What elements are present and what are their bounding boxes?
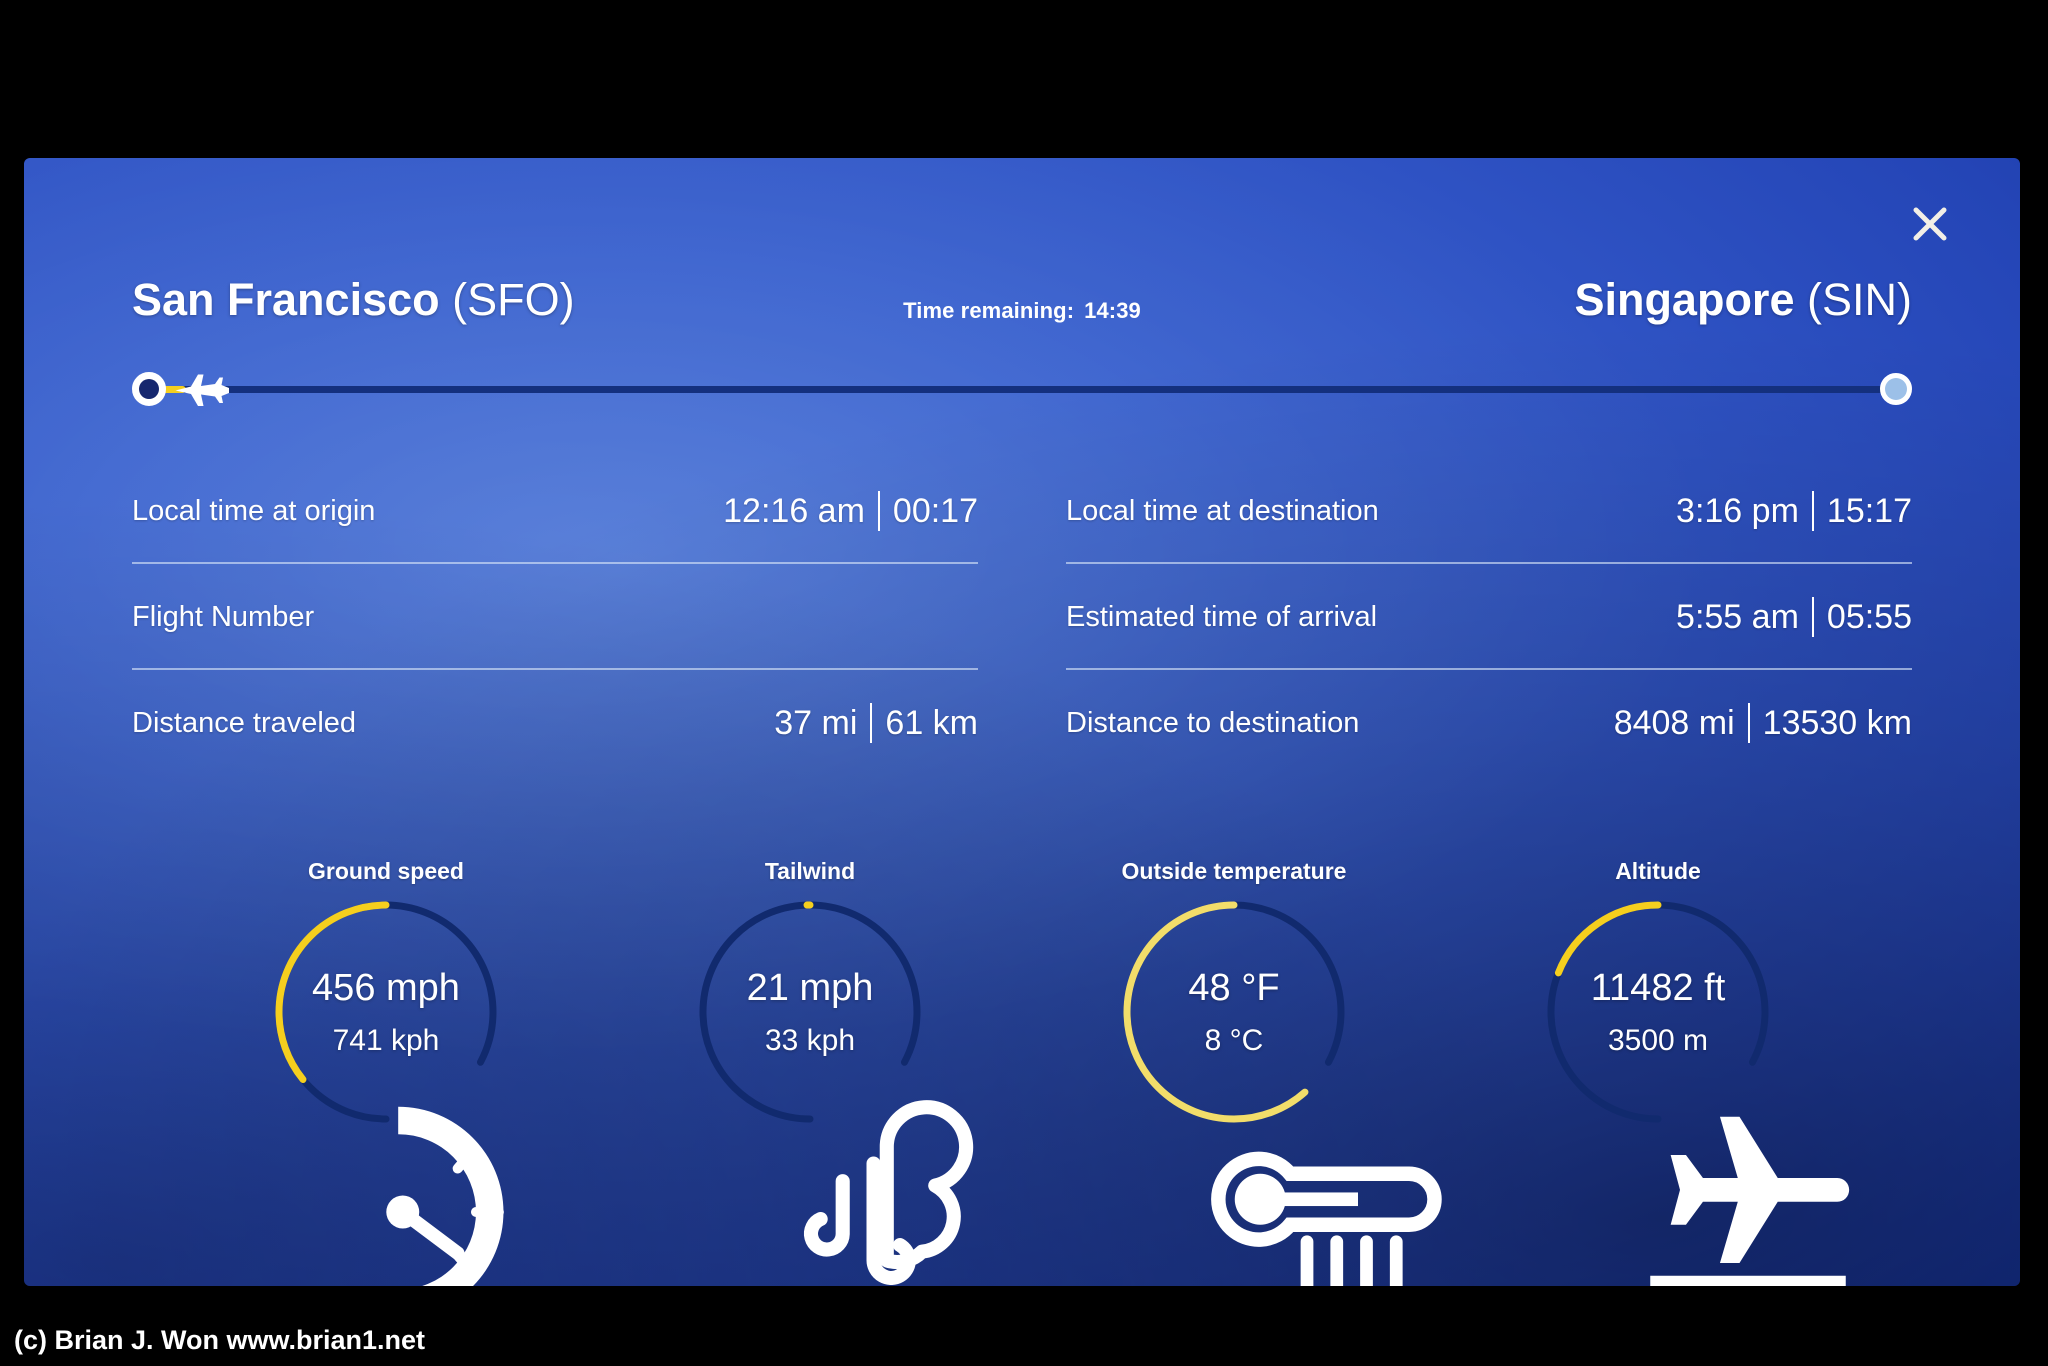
plane-position-marker [174,368,230,412]
thermometer-icon [1205,1093,1442,1286]
info-value-primary: 8408 mi [1613,703,1735,742]
info-row-eta: Estimated time of arrival 5:55 am 05:55 [1066,564,1912,670]
origin-city: San Francisco (SFO) [132,276,575,323]
gauge-primary-value: 11482 ft [1590,966,1726,1009]
gauge-title: Altitude [1615,858,1701,884]
info-value: 37 mi 61 km [774,703,978,743]
info-label: Local time at origin [132,494,376,527]
info-value-primary: 37 mi [774,703,858,742]
flight-progress-bar [132,372,1912,406]
time-remaining-label: Time remaining: [903,298,1075,323]
info-value-secondary: 00:17 [892,491,978,530]
origin-airport-code: (SFO) [452,274,575,325]
gauge-primary-value: 456 mph [312,966,460,1009]
gauge-altitude: Altitude 11482 ft 3500 m [1446,858,1870,1286]
destination-city: Singapore (SIN) [1574,276,1912,323]
gauge-dial: 456 mph 741 kph [267,893,505,1286]
destination-airport-code: (SIN) [1807,274,1912,325]
speedometer-icon-glyph [386,1106,504,1286]
value-separator [1747,703,1750,743]
gauge-secondary-value: 3500 m [1607,1023,1709,1057]
photo-watermark: (c) Brian J. Won www.brian1.net [14,1325,426,1355]
gauge-dial: 48 °F 8 °C [1115,893,1442,1286]
info-row-local-time-destination: Local time at destination 3:16 pm 15:17 [1066,458,1912,564]
telemetry-gauges: Ground speed 456 mph 741 kph Tailwind 21… [174,858,1870,1286]
info-value: 5:55 am 05:55 [1676,597,1912,637]
origin-city-name: San Francisco [132,274,440,325]
photo-frame: San Francisco (SFO) Time remaining: 14:39… [0,0,2048,1366]
value-separator [877,491,880,531]
time-remaining-value: 14:39 [1084,298,1141,323]
info-row-distance-to-destination: Distance to destination 8408 mi 13530 km [1066,670,1912,776]
info-value-primary: 3:16 pm [1676,491,1799,530]
info-value: 12:16 am 00:17 [723,491,978,531]
info-value-secondary: 13530 km [1762,703,1912,742]
destination-city-name: Singapore [1574,274,1795,325]
gauge-title: Outside temperature [1121,858,1347,884]
info-column-right: Local time at destination 3:16 pm 15:17 … [1066,458,1912,778]
info-row-flight-number: Flight Number [132,564,978,670]
info-value: 8408 mi 13530 km [1614,703,1912,743]
ife-flight-info-screen: San Francisco (SFO) Time remaining: 14:39… [24,158,2020,1286]
gauge-tailwind: Tailwind 21 mph 33 kph [598,858,1022,1285]
progress-track [132,386,1912,393]
altitude-plane-icon [1629,1093,1850,1286]
wind-icon-glyph [803,1100,974,1285]
gauge-secondary-value: 741 kph [332,1023,440,1057]
info-label: Distance to destination [1066,706,1360,739]
thermometer-icon-glyph [1211,1151,1442,1286]
gauge-primary-value: 21 mph [746,966,874,1009]
gauge-secondary-value: 8 °C [1204,1023,1264,1057]
info-value-primary: 12:16 am [723,491,865,530]
info-row-local-time-origin: Local time at origin 12:16 am 00:17 [132,458,978,564]
value-separator [1811,491,1814,531]
info-label: Local time at destination [1066,494,1379,527]
info-value-primary: 5:55 am [1676,597,1799,636]
value-separator [870,703,873,743]
destination-marker-dot [1880,373,1912,405]
gauge-dial: 11482 ft 3500 m [1539,893,1850,1286]
flight-info-grid: Local time at origin 12:16 am 00:17 Flig… [132,458,1912,778]
info-value-secondary: 05:55 [1826,597,1912,636]
info-label: Estimated time of arrival [1066,600,1378,633]
gauge-title: Tailwind [764,858,856,884]
time-remaining: Time remaining: 14:39 [903,298,1141,324]
wind-icon [781,1093,974,1285]
value-separator [1811,597,1814,637]
info-row-distance-traveled: Distance traveled 37 mi 61 km [132,670,978,776]
info-column-left: Local time at origin 12:16 am 00:17 Flig… [132,458,978,778]
info-value: 3:16 pm 15:17 [1676,491,1912,531]
info-label: Distance traveled [132,706,357,739]
gauge-secondary-value: 33 kph [764,1023,856,1057]
gauge-title: Ground speed [308,858,464,884]
gauge-primary-value: 48 °F [1188,966,1280,1009]
gauge-outside-temperature: Outside temperature 48 °F 8 °C [1022,858,1446,1286]
gauge-dial: 21 mph 33 kph [691,893,974,1285]
airplane-icon [175,374,229,406]
info-label: Flight Number [132,600,315,633]
gauge-ground-speed: Ground speed 456 mph 741 kph [174,858,598,1286]
speedometer-icon [357,1093,504,1286]
close-icon [1913,207,1947,241]
altitude-plane-icon-glyph [1650,1116,1850,1286]
info-value-secondary: 61 km [885,703,978,742]
close-button[interactable] [1898,192,1962,256]
info-value-secondary: 15:17 [1826,491,1912,530]
origin-marker-dot [132,372,166,406]
